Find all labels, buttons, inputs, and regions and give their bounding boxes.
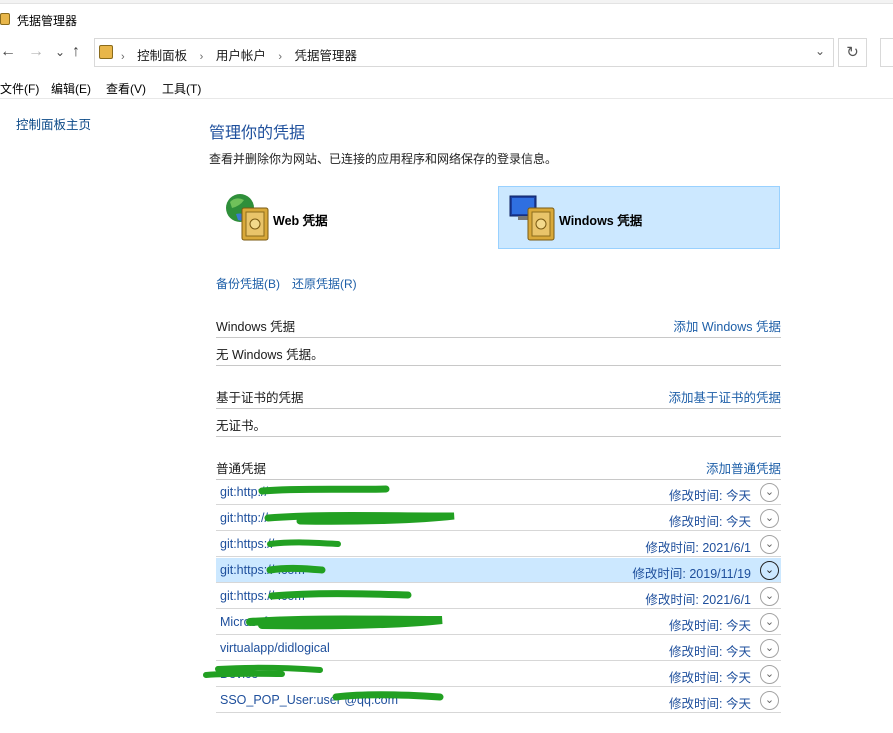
credential-row[interactable]: git:http:// 修改时间: 今天 ⌄ — [216, 506, 781, 531]
credential-row[interactable]: Device 修改时间: 今天 ⌄ — [216, 662, 781, 687]
section-title: 基于证书的凭据 — [216, 391, 304, 405]
control-panel-home-link[interactable]: 控制面板主页 — [16, 114, 91, 133]
add-windows-credential-link[interactable]: 添加 Windows 凭据 — [673, 316, 781, 335]
breadcrumb-user-accounts[interactable]: 用户帐户 — [216, 49, 266, 63]
credential-modified: 修改时间: 今天 — [669, 489, 751, 503]
breadcrumb-credential-manager[interactable]: 凭据管理器 — [294, 49, 357, 63]
credential-name: git:http:// — [220, 485, 268, 499]
credential-modified: 修改时间: 2019/11/19 — [632, 567, 751, 581]
credential-row[interactable]: git:http:// 修改时间: 今天 ⌄ — [216, 480, 781, 505]
menu-view[interactable]: 查看(V) — [106, 80, 146, 97]
breadcrumb-control-panel[interactable]: 控制面板 — [137, 49, 187, 63]
credential-row[interactable]: Microsoft @qq.com 修改时间: 今天 ⌄ — [216, 610, 781, 635]
address-bar[interactable]: › 控制面板 › 用户帐户 › 凭据管理器 ⌄ — [94, 38, 834, 67]
menu-file[interactable]: 文件(F) — [0, 80, 39, 97]
section-title: Windows 凭据 — [216, 320, 296, 334]
menu-bar: 文件(F) 编辑(E) 查看(V) 工具(T) — [0, 78, 893, 99]
expand-icon[interactable]: ⌄ — [760, 535, 779, 554]
credential-modified: 修改时间: 2021/6/1 — [645, 541, 751, 555]
expand-icon[interactable]: ⌄ — [760, 665, 779, 684]
recent-locations-icon[interactable]: ⌄ — [55, 42, 65, 62]
breadcrumb: › 控制面板 › 用户帐户 › 凭据管理器 — [121, 45, 357, 64]
credential-manager-icon — [0, 13, 10, 25]
expand-icon[interactable]: ⌄ — [760, 587, 779, 606]
restore-credentials-link[interactable]: 还原凭据(R) — [292, 275, 357, 292]
credential-row[interactable]: virtualapp/didlogical 修改时间: 今天 ⌄ — [216, 636, 781, 661]
credential-modified: 修改时间: 今天 — [669, 645, 751, 659]
add-certificate-credential-link[interactable]: 添加基于证书的凭据 — [668, 387, 781, 406]
certificate-credentials-section-header: 基于证书的凭据 添加基于证书的凭据 — [216, 387, 781, 407]
expand-icon[interactable]: ⌄ — [760, 613, 779, 632]
web-credentials-tile[interactable]: Web 凭据 — [212, 186, 482, 249]
section-title: 普通凭据 — [216, 462, 267, 476]
backup-credentials-link[interactable]: 备份凭据(B) — [216, 275, 280, 292]
windows-credentials-section-header: Windows 凭据 添加 Windows 凭据 — [216, 316, 781, 336]
credential-row[interactable]: git:https:// .com 修改时间: 2021/6/1 ⌄ — [216, 584, 781, 609]
generic-credentials-section-header: 普通凭据 添加普通凭据 — [216, 458, 781, 478]
title-bar: 凭据管理器 — [0, 4, 893, 32]
web-credentials-icon — [226, 194, 269, 241]
chevron-right-icon[interactable]: › — [200, 51, 204, 63]
expand-icon[interactable]: ⌄ — [760, 509, 779, 528]
credential-name: SSO_POP_User:user @qq.com — [220, 693, 399, 707]
credential-name: git:https:// .com — [220, 589, 305, 603]
menu-tools[interactable]: 工具(T) — [162, 80, 201, 97]
chevron-right-icon: › — [121, 51, 125, 63]
windows-credentials-label: Windows 凭据 — [559, 214, 643, 228]
refresh-icon: ↻ — [846, 44, 859, 61]
window-title: 凭据管理器 — [17, 14, 78, 28]
control-panel-icon — [99, 45, 113, 59]
divider — [216, 337, 781, 338]
credential-name: git:http:// — [220, 511, 268, 525]
page-title: 管理你的凭据 — [209, 125, 306, 142]
expand-icon[interactable]: ⌄ — [760, 691, 779, 710]
certificate-empty-text: 无证书。 — [216, 419, 267, 433]
chevron-right-icon[interactable]: › — [278, 51, 282, 63]
add-generic-credential-link[interactable]: 添加普通凭据 — [706, 458, 781, 477]
credential-name: git:https:// — [220, 537, 275, 551]
windows-credentials-icon — [509, 195, 555, 241]
page-description: 查看并删除你为网站、已连接的应用程序和网络保存的登录信息。 — [209, 152, 558, 166]
credential-name: git:https:// .com — [220, 563, 305, 577]
divider — [216, 365, 781, 366]
credential-name: Device — [220, 667, 259, 681]
credential-modified: 修改时间: 今天 — [669, 697, 751, 711]
credential-row-selected[interactable]: git:https:// .com 修改时间: 2019/11/19 ⌄ — [216, 558, 781, 583]
back-icon[interactable]: ← — [0, 42, 16, 62]
web-credentials-label: Web 凭据 — [273, 214, 328, 228]
windows-credentials-tile[interactable]: Windows 凭据 — [498, 186, 780, 249]
expand-icon[interactable]: ⌄ — [760, 561, 779, 580]
search-box[interactable] — [880, 38, 893, 67]
divider — [216, 408, 781, 409]
expand-icon[interactable]: ⌄ — [760, 639, 779, 658]
forward-icon[interactable]: → — [28, 42, 44, 62]
credential-modified: 修改时间: 2021/6/1 — [645, 593, 751, 607]
chevron-down-icon[interactable]: ⌄ — [815, 44, 825, 58]
credential-modified: 修改时间: 今天 — [669, 619, 751, 633]
credential-modified: 修改时间: 今天 — [669, 515, 751, 529]
menu-edit[interactable]: 编辑(E) — [51, 80, 91, 97]
credential-name: Microsoft @qq.com — [220, 615, 328, 629]
up-icon[interactable]: ↑ — [72, 42, 80, 62]
expand-icon[interactable]: ⌄ — [760, 483, 779, 502]
credential-row[interactable]: git:https:// 修改时间: 2021/6/1 ⌄ — [216, 532, 781, 557]
refresh-button[interactable]: ↻ — [838, 38, 867, 67]
divider — [216, 436, 781, 437]
credential-name: virtualapp/didlogical — [220, 641, 330, 655]
credential-row[interactable]: SSO_POP_User:user @qq.com 修改时间: 今天 ⌄ — [216, 688, 781, 713]
credential-modified: 修改时间: 今天 — [669, 671, 751, 685]
windows-credentials-empty-text: 无 Windows 凭据。 — [216, 348, 324, 362]
